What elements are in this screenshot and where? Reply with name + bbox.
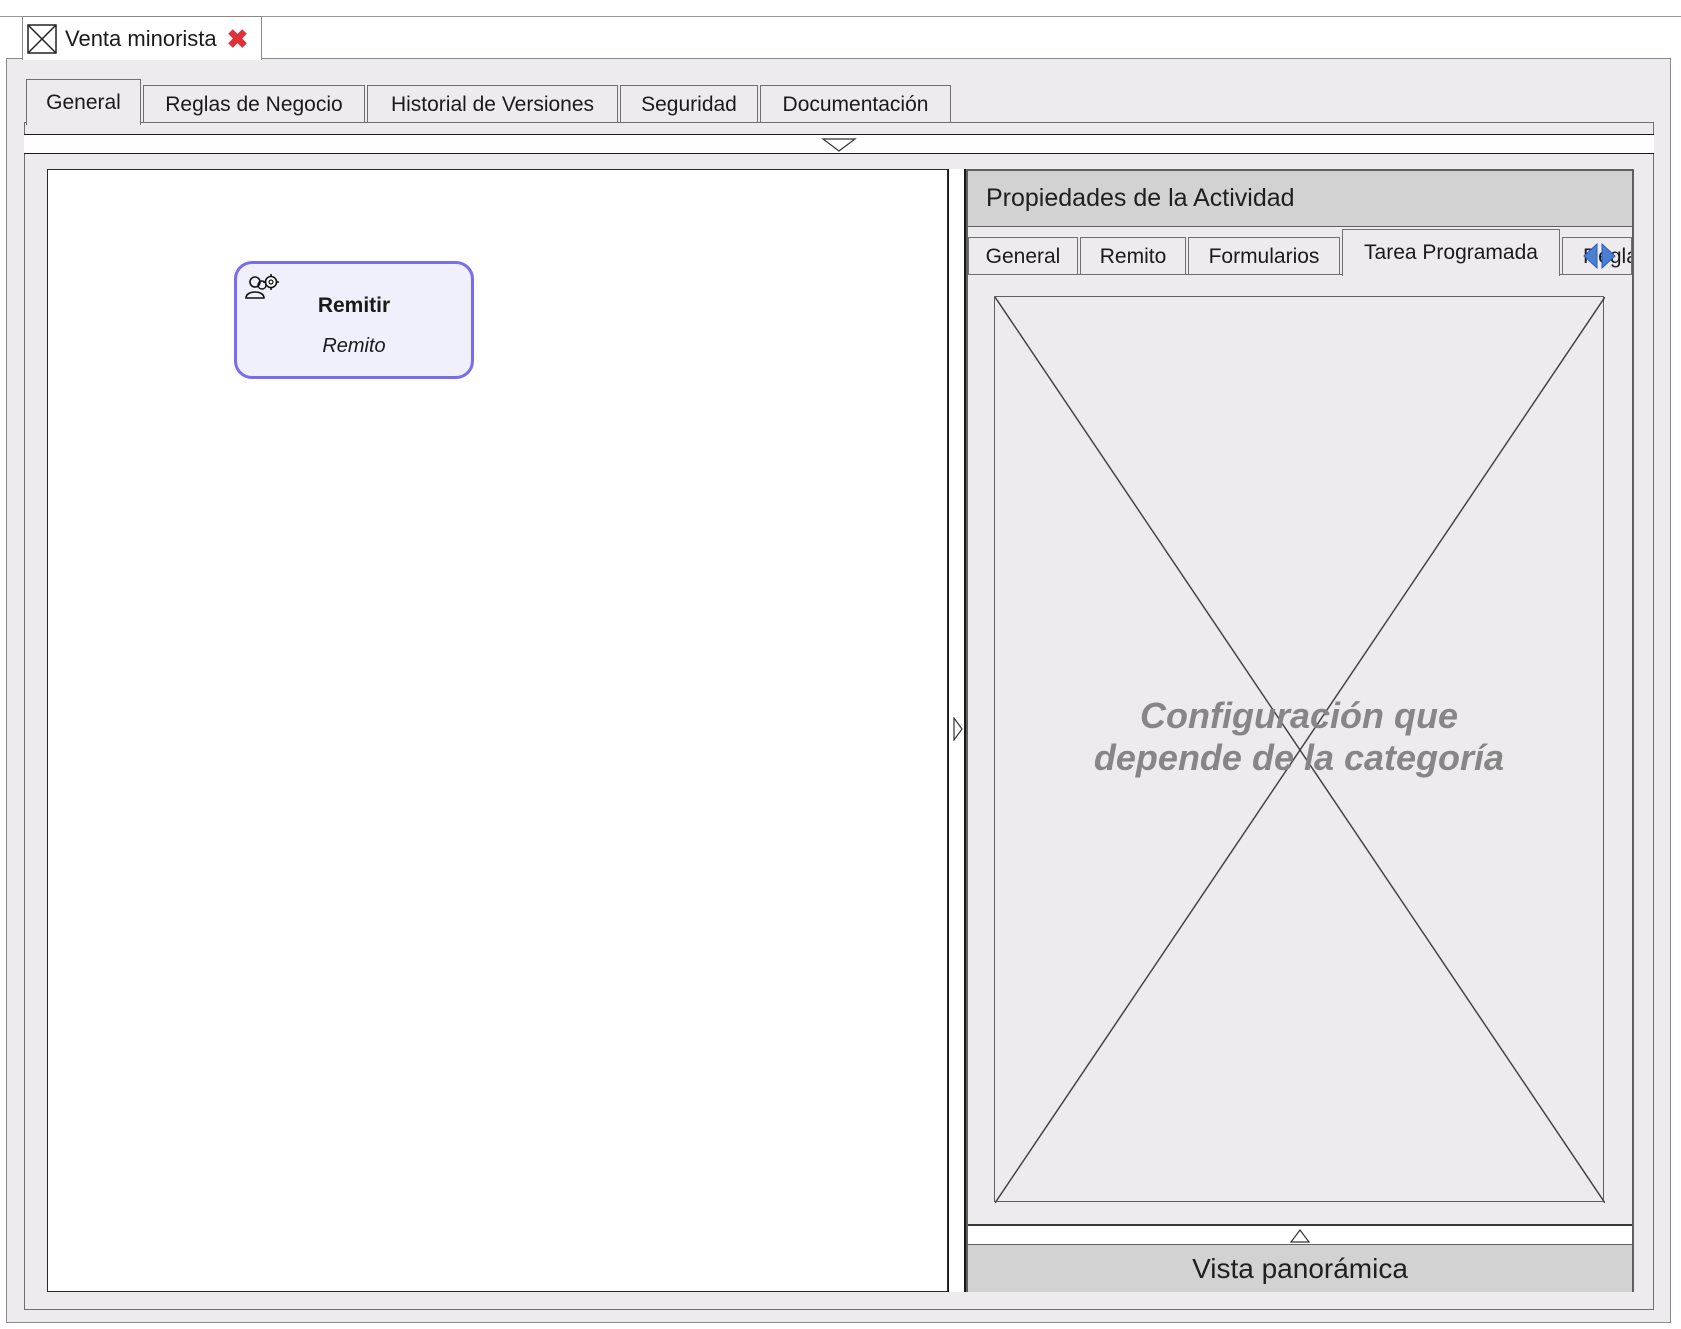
tab-scroll-arrows[interactable]: [1580, 240, 1620, 272]
tab-label: Tarea Programada: [1364, 241, 1538, 264]
tab-label: Reglas de Negocio: [165, 92, 343, 116]
image-placeholder-icon: [27, 23, 57, 54]
tab-security[interactable]: Seguridad: [620, 85, 758, 123]
editor-tab[interactable]: Venta minorista ✖: [22, 16, 262, 60]
tab-business-rules[interactable]: Reglas de Negocio: [143, 85, 365, 123]
properties-header: Propiedades de la Actividad: [968, 171, 1632, 227]
tab-label: Formularios: [1208, 244, 1320, 268]
tab-scroll-icon[interactable]: [1580, 240, 1620, 272]
top-collapse-bar[interactable]: [24, 134, 1654, 154]
tab-label: Seguridad: [641, 92, 737, 116]
editor-tab-title: Venta minorista: [65, 25, 217, 51]
diagram-canvas[interactable]: [47, 169, 948, 1292]
props-tab-remito[interactable]: Remito: [1080, 237, 1186, 275]
collapse-down-icon[interactable]: [821, 137, 857, 153]
bottom-collapse-bar[interactable]: [968, 1224, 1632, 1244]
close-icon[interactable]: ✖: [227, 26, 249, 52]
tab-documentation[interactable]: Documentación: [760, 85, 951, 123]
placeholder-text-line1: Configuración que: [1140, 695, 1458, 736]
props-tab-scheduled-task[interactable]: Tarea Programada: [1342, 229, 1560, 276]
tab-label: Historial de Versiones: [390, 92, 595, 116]
tab-label: Documentación: [782, 92, 929, 116]
panoramic-view-bar[interactable]: Vista panorámica: [968, 1244, 1632, 1292]
collapse-up-icon[interactable]: [1290, 1229, 1310, 1243]
placeholder-text: Configuración que depende de la categorí…: [995, 695, 1603, 779]
tab-label: Remito: [1099, 244, 1167, 268]
placeholder-text-line2: depende de la categoría: [1093, 737, 1505, 778]
activity-name: Remitir: [317, 294, 391, 317]
props-tab-general[interactable]: General: [968, 237, 1078, 275]
collapse-right-icon[interactable]: [953, 717, 963, 741]
vertical-splitter[interactable]: [948, 169, 966, 1292]
activity-node[interactable]: Remitir Remito: [234, 261, 474, 379]
panoramic-view-label: Vista panorámica: [1192, 1252, 1408, 1284]
properties-title: Propiedades de la Actividad: [986, 184, 1295, 212]
tab-general[interactable]: General: [26, 79, 141, 125]
category-config-placeholder: Configuración que depende de la categorí…: [994, 296, 1605, 1203]
tab-version-history[interactable]: Historial de Versiones: [367, 85, 618, 123]
props-tab-forms[interactable]: Formularios: [1188, 237, 1340, 275]
activity-subtitle: Remito: [322, 335, 386, 357]
tab-label: General: [985, 244, 1061, 268]
tab-label: General: [46, 90, 121, 114]
